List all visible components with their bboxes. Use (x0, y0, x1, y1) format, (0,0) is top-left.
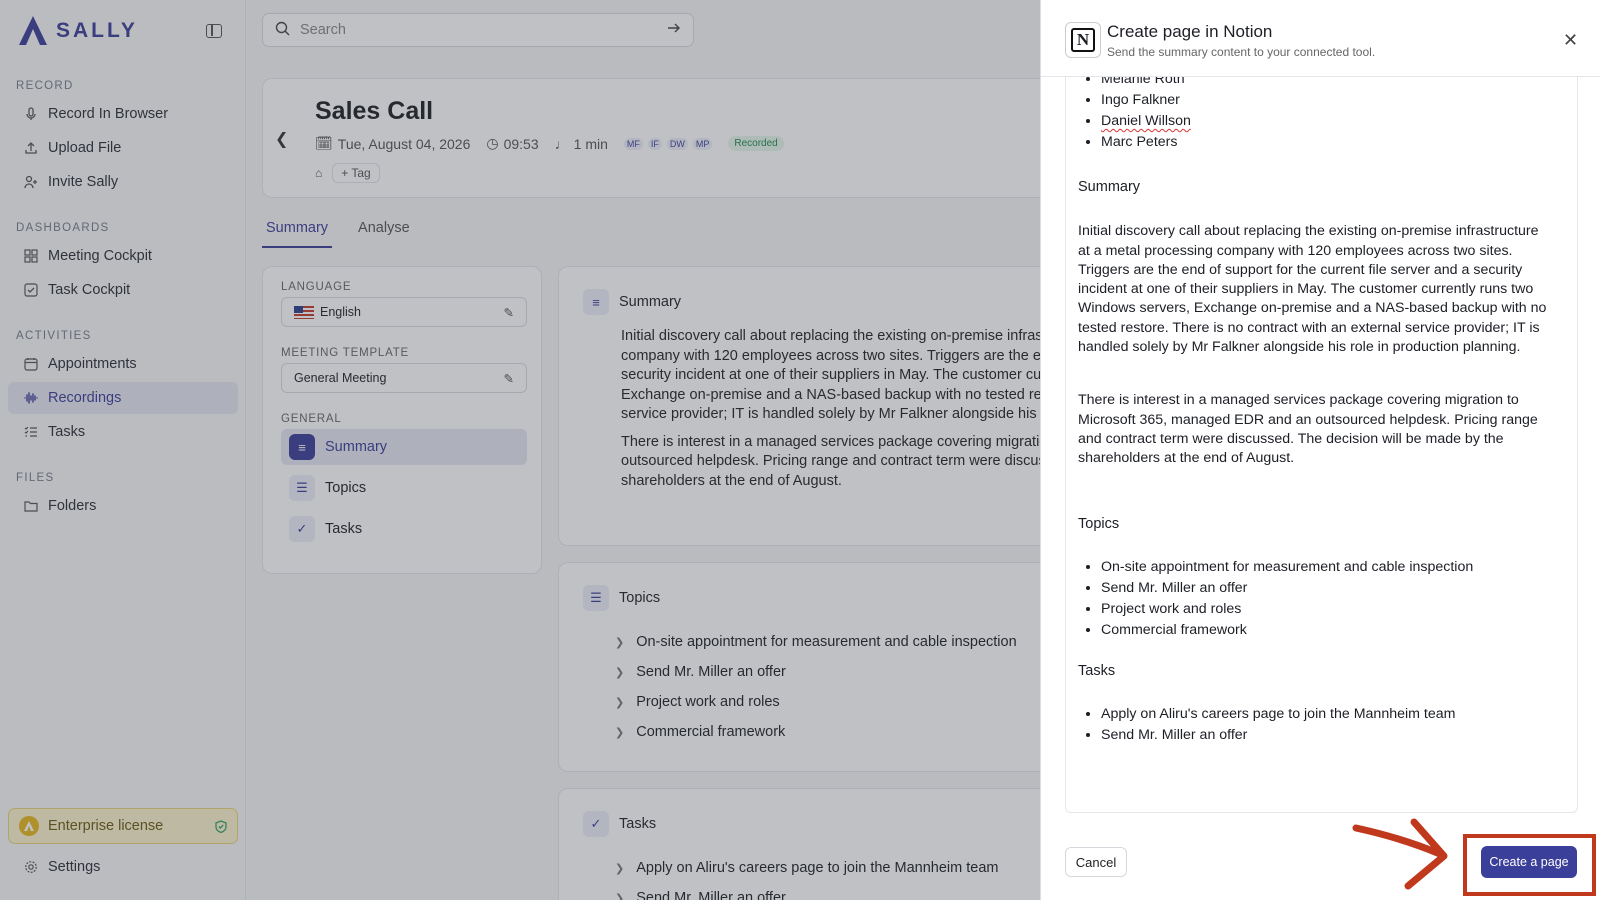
summary-paragraph: Initial discovery call about replacing t… (1078, 223, 1547, 356)
annotation-arrow-icon (1352, 818, 1448, 890)
topics-list: On-site appointment for measurement and … (1078, 558, 1554, 642)
list-item: Commercial framework (1101, 621, 1554, 642)
list-item: Ingo Falkner (1101, 91, 1554, 112)
summary-paragraph: There is interest in a managed services … (1078, 392, 1538, 467)
dialog-subtitle: Send the summary content to your connect… (1107, 45, 1376, 59)
close-icon[interactable]: ✕ (1563, 30, 1578, 51)
list-item: Melanie Roth (1101, 77, 1554, 91)
page-content-preview[interactable]: Melanie Roth Ingo Falkner Daniel Willson… (1065, 77, 1578, 813)
tasks-list: Apply on Aliru's careers page to join th… (1078, 705, 1554, 747)
modal-backdrop[interactable] (0, 0, 1040, 900)
participants-list: Melanie Roth Ingo Falkner Daniel Willson… (1078, 77, 1554, 154)
tasks-heading: Tasks (1078, 662, 1116, 679)
list-item: On-site appointment for measurement and … (1101, 558, 1554, 579)
list-item: Marc Peters (1101, 133, 1554, 154)
annotation-highlight-box (1463, 834, 1596, 896)
notion-logo-icon: N (1065, 22, 1101, 58)
dialog-header: N Create page in Notion Send the summary… (1041, 0, 1600, 77)
participant-name: Daniel Willson (1101, 113, 1191, 129)
dialog-title: Create page in Notion (1107, 22, 1273, 41)
list-item: Send Mr. Miller an offer (1101, 579, 1554, 600)
preview-document: Melanie Roth Ingo Falkner Daniel Willson… (1078, 77, 1554, 747)
list-item: Project work and roles (1101, 600, 1554, 621)
list-item: Send Mr. Miller an offer (1101, 726, 1554, 747)
summary-heading: Summary (1078, 179, 1141, 195)
topics-heading: Topics (1078, 515, 1120, 532)
list-item: Daniel Willson (1101, 112, 1554, 133)
cancel-button[interactable]: Cancel (1065, 847, 1127, 877)
create-notion-page-dialog: N Create page in Notion Send the summary… (1040, 0, 1600, 900)
list-item: Apply on Aliru's careers page to join th… (1101, 705, 1554, 726)
